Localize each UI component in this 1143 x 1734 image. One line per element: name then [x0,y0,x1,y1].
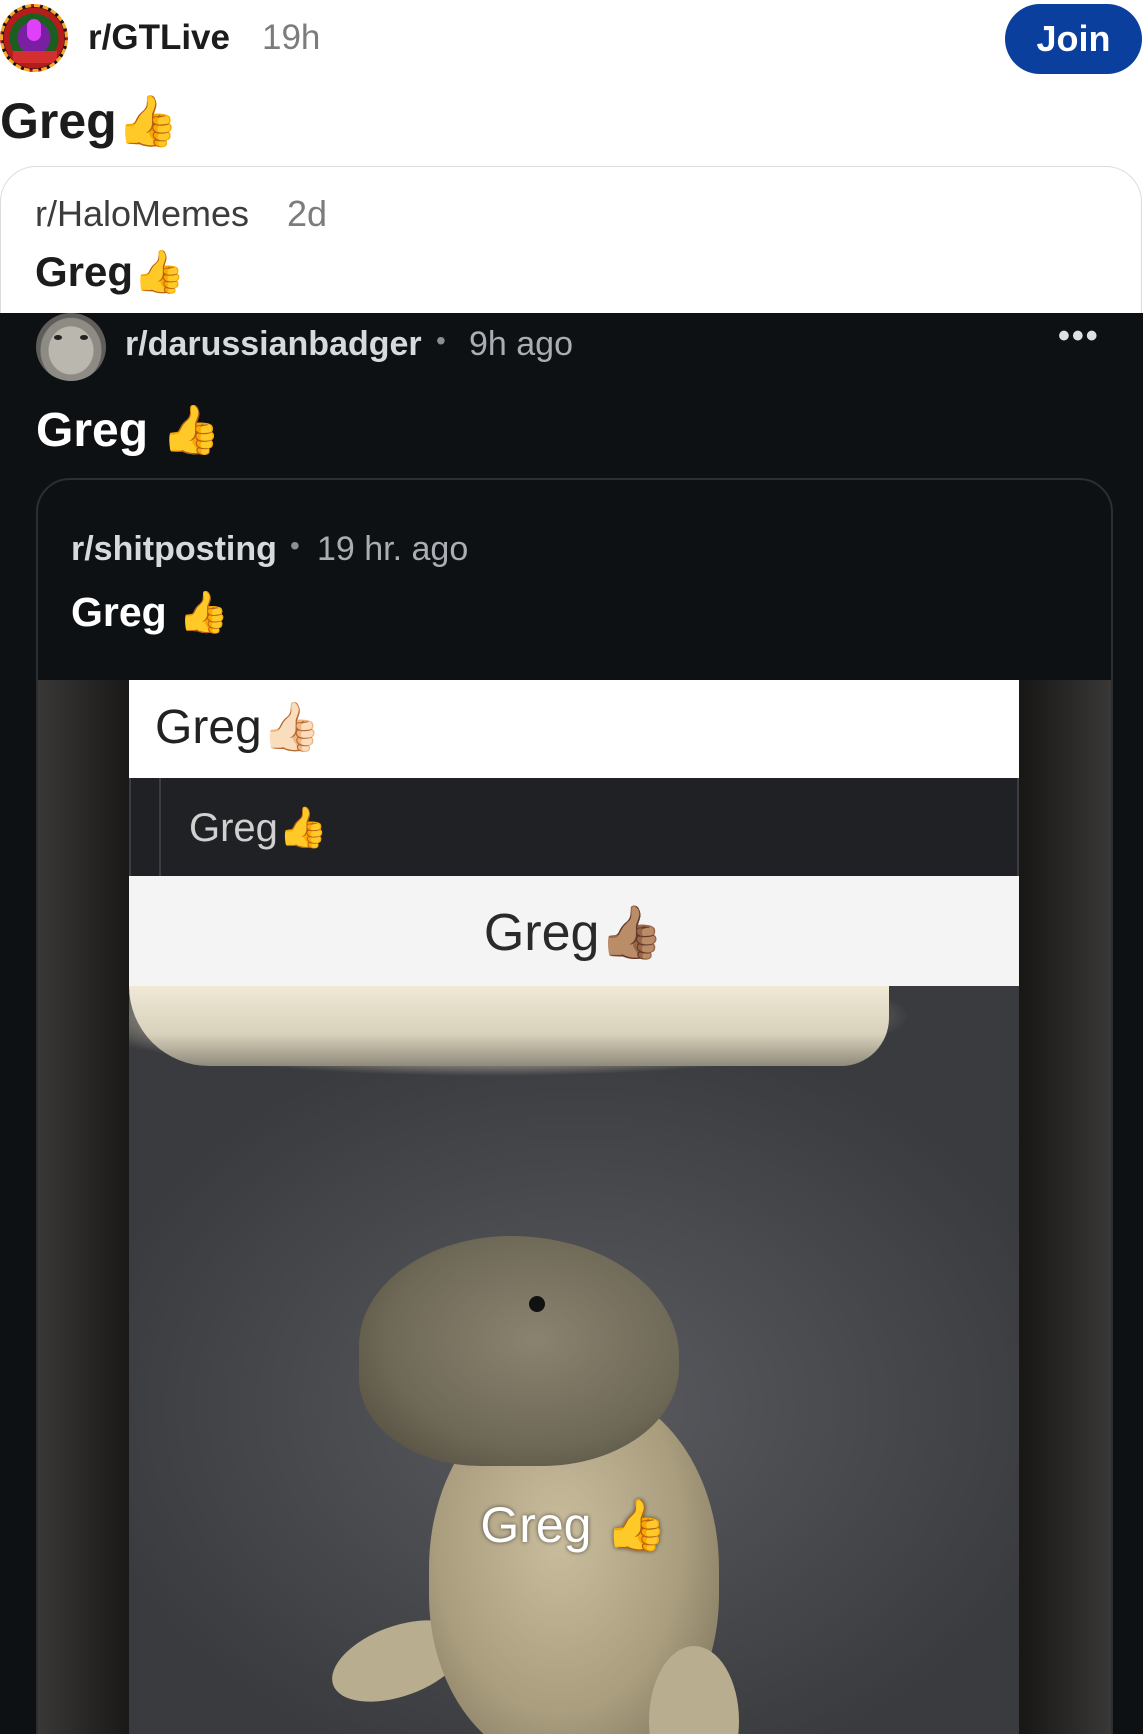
embedded-screenshot: r/darussianbadger • 9h ago ••• Greg 👍 r/… [0,313,1143,1734]
dark-crosspost-title: Greg 👍 [71,588,229,637]
join-button[interactable]: Join [1005,4,1142,74]
thumbs-up-icon: 👍🏽 [599,903,665,963]
dark-post-title-text: Greg [36,404,149,457]
meme-line-1: Greg [155,701,262,754]
meme-caption-text: Greg [480,1497,592,1553]
meme-image: Greg👍🏻 Greg👍 Greg👍🏽 Greg 👍 [38,680,1111,1734]
meme-caption-1: Greg👍🏻 [129,680,1019,778]
crosspost-age: 2d [287,193,328,234]
alligator-head [359,1236,679,1466]
dark-post-title: Greg 👍 [36,401,221,458]
subreddit-avatar[interactable] [0,4,68,72]
crosspost-card[interactable]: r/HaloMemes 2d Greg👍 [0,166,1142,317]
subreddit-name[interactable]: r/GTLive [88,18,230,58]
thumbs-up-icon: 👍 [605,1496,668,1554]
thumbs-up-icon: 👍 [277,805,328,851]
post-header: r/GTLive 19h Join [0,0,1143,80]
alligator-photo: Greg 👍 [129,986,1019,1734]
meme-caption-3: Greg👍🏽 [129,876,1019,986]
dark-crosspost-title-text: Greg [71,589,167,635]
thumbs-up-icon: 👍 [116,92,179,150]
separator-dot: • [290,530,300,561]
meme-line-2: Greg [189,806,278,850]
thumbs-up-icon: 👍 [161,402,222,458]
subreddit-avatar [36,313,106,381]
live-badge-icon [13,51,57,63]
crosspost-title-text: Greg [35,248,134,295]
dark-post-age: 9h ago [469,325,573,363]
dark-crosspost-card: r/shitposting • 19 hr. ago Greg 👍 Greg👍🏻… [36,478,1113,1734]
crosspost-subreddit[interactable]: r/HaloMemes [35,193,249,235]
more-options-icon: ••• [1058,317,1100,355]
post-title[interactable]: Greg👍 [0,92,179,151]
thumbs-up-icon: 👍🏻 [261,699,322,755]
cloth-background [129,986,889,1066]
post-title-text: Greg [0,93,117,149]
divider [159,778,161,876]
post-age: 19h [262,18,321,57]
separator-dot: • [436,325,446,356]
thumbs-up-icon: 👍 [178,588,230,636]
microphone-icon [27,19,41,41]
meme-image-content: Greg👍🏻 Greg👍 Greg👍🏽 Greg 👍 [129,680,1019,1734]
alligator-eye [529,1296,545,1312]
meme-line-3: Greg [483,904,600,962]
thumbs-up-icon: 👍 [133,247,186,296]
eye-icon [54,335,62,340]
eye-icon [80,335,88,340]
dark-crosspost-subreddit: r/shitposting [71,530,277,568]
dark-crosspost-age: 19 hr. ago [317,530,469,568]
dark-subreddit-name: r/darussianbadger [125,325,422,363]
crosspost-title: Greg👍 [35,247,185,297]
meme-caption-2: Greg👍 [129,778,1019,876]
